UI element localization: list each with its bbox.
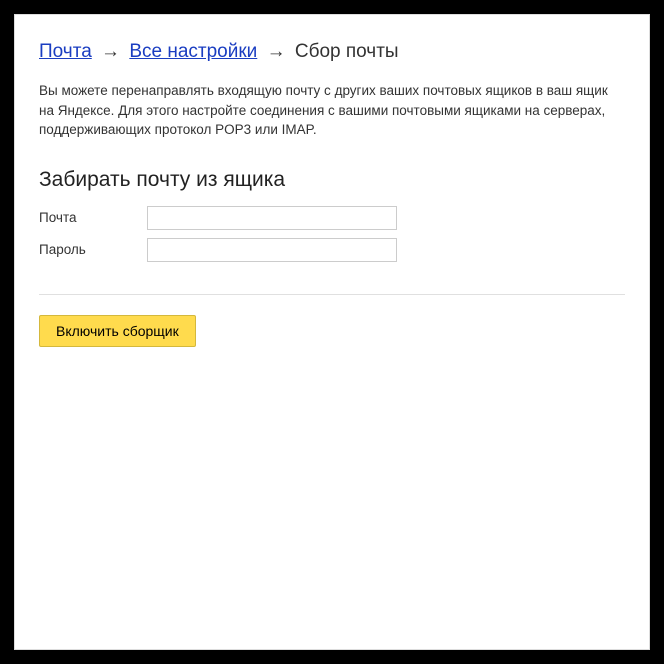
- section-title: Забирать почту из ящика: [39, 168, 625, 192]
- enable-collector-button[interactable]: Включить сборщик: [39, 315, 196, 347]
- breadcrumb-separator: →: [101, 41, 120, 62]
- settings-window: Почта → Все настройки → Сбор почты Вы мо…: [14, 14, 650, 650]
- breadcrumb-current: Сбор почты: [295, 41, 399, 62]
- email-field[interactable]: [147, 206, 397, 230]
- password-row: Пароль: [39, 238, 625, 262]
- breadcrumb-all-settings-link[interactable]: Все настройки: [129, 41, 257, 62]
- password-label: Пароль: [39, 242, 147, 257]
- breadcrumb-mail-link[interactable]: Почта: [39, 41, 92, 62]
- divider: [39, 294, 625, 295]
- email-row: Почта: [39, 206, 625, 230]
- page-description: Вы можете перенаправлять входящую почту …: [39, 81, 625, 140]
- email-label: Почта: [39, 210, 147, 225]
- breadcrumb-separator: →: [267, 41, 286, 62]
- password-field[interactable]: [147, 238, 397, 262]
- breadcrumb: Почта → Все настройки → Сбор почты: [39, 41, 625, 63]
